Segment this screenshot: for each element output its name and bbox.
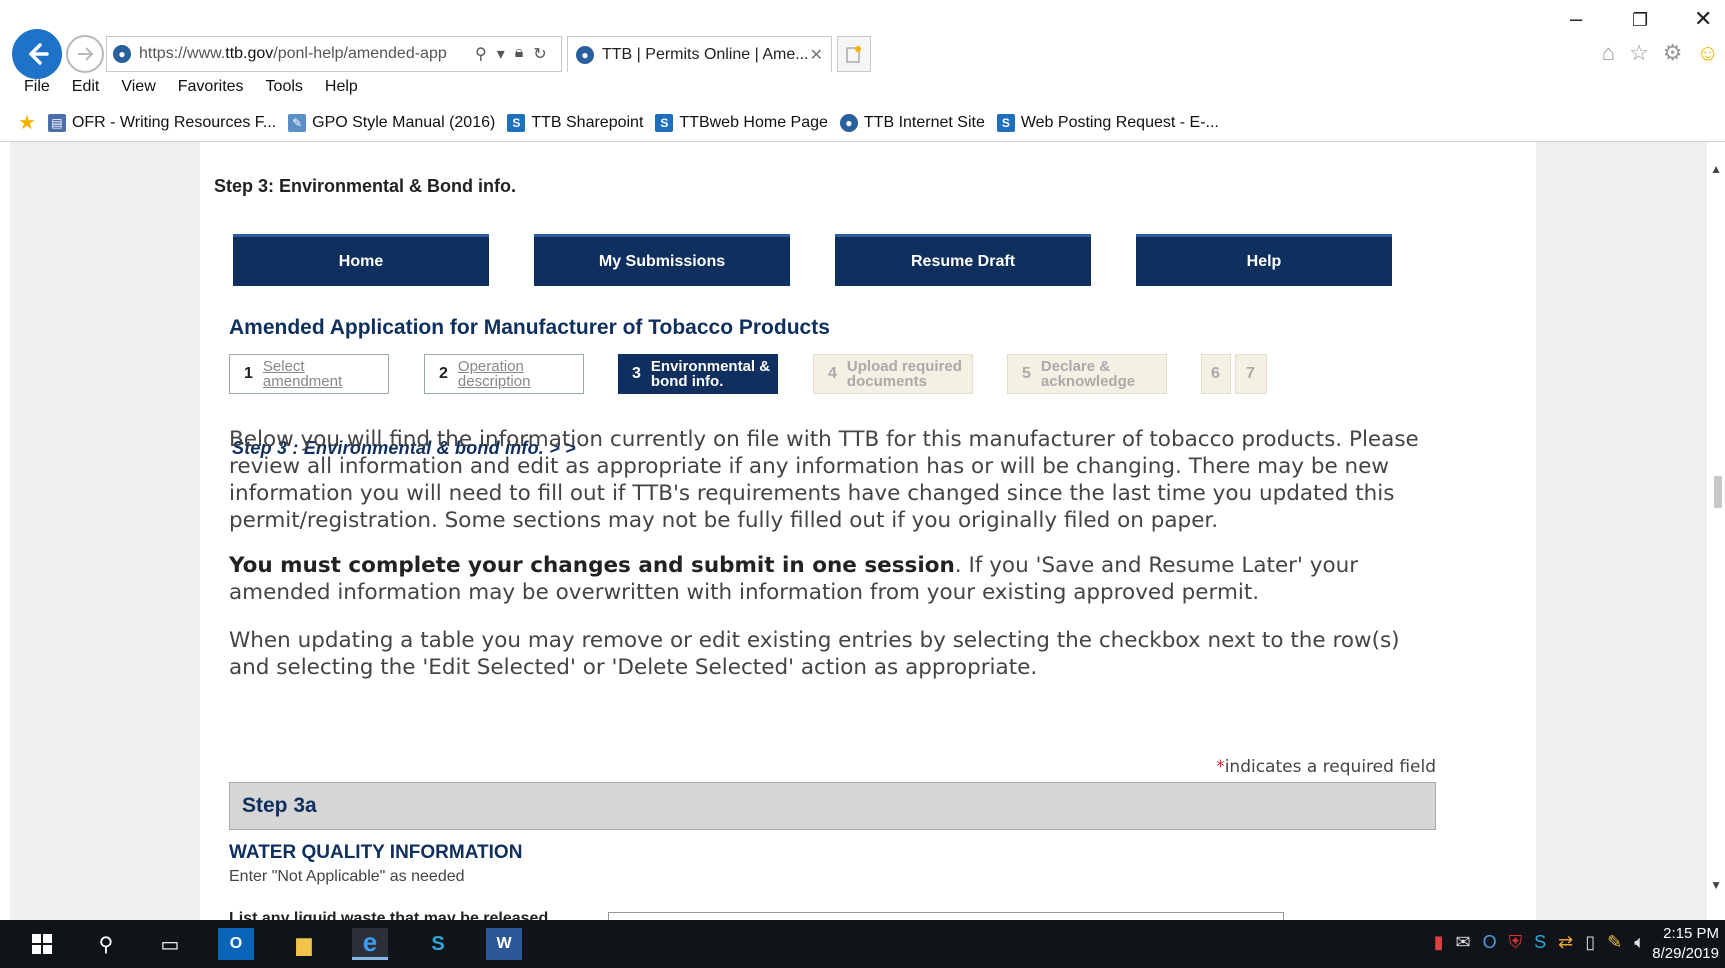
menu-view[interactable]: View [121,78,155,96]
intro-paragraph: Below you will find the information curr… [229,427,1419,533]
table-help-paragraph: When updating a table you may remove or … [229,628,1400,680]
favorite-link[interactable]: ● TTB Internet Site [839,113,985,132]
document-icon: ▤ [47,113,66,132]
page-step-header: Step 3: Environmental & Bond info. [214,176,517,196]
tab-close-icon[interactable]: ✕ [810,45,823,65]
back-button[interactable] [12,29,62,79]
liquid-waste-label: List any liquid waste that may be releas… [229,910,549,920]
minimize-button[interactable]: – [1570,6,1582,32]
scroll-up-icon[interactable]: ▲ [1710,162,1722,176]
liquid-waste-input[interactable] [608,912,1284,920]
battery-icon[interactable]: ▮ [1434,932,1444,953]
address-url[interactable]: https://www.ttb.gov/ponl-help/amended-ap… [139,45,469,63]
section-header-step-3a: Step 3a [229,782,1436,830]
search-icon[interactable]: ⚲ [475,44,487,64]
session-warning-paragraph: You must complete your changes and submi… [229,553,1359,605]
word-icon[interactable]: W [486,928,522,960]
favorites-star-icon[interactable]: ☆ [1629,40,1649,66]
menu-edit[interactable]: Edit [72,78,100,96]
water-quality-heading: WATER QUALITY INFORMATION [229,842,523,863]
browser-chrome: ● https://www.ttb.gov/ponl-help/amended-… [0,0,1725,143]
resume-draft-button[interactable]: Resume Draft [835,234,1091,286]
wizard-step-5: 5 Declare & acknowledge [1007,354,1167,394]
site-shield-icon: ● [113,45,131,63]
volume-icon[interactable]: 🔈︎ [1634,932,1645,953]
gpo-icon: ✎ [288,113,307,132]
skype-icon[interactable]: S [420,928,456,960]
tab-favicon-icon: ● [576,45,594,64]
sharepoint-icon: S [655,113,674,132]
tab-title: TTB | Permits Online | Ame... [602,45,809,63]
mail-icon[interactable]: ✉ [1455,932,1470,953]
favorite-link[interactable]: S Web Posting Request - E-... [996,113,1219,132]
favorite-link[interactable]: S TTB Sharepoint [507,113,643,132]
browser-tab[interactable]: ● TTB | Permits Online | Ame... ✕ [567,36,832,72]
security-shield-icon[interactable]: ⛨ [1509,932,1523,953]
sharepoint-icon: S [996,113,1015,132]
taskbar-clock[interactable]: 2:15 PM 8/29/2019 [1652,924,1719,964]
wizard-step-4: 4 Upload required documents [813,354,973,394]
windows-taskbar: ⚲ ▭ O ▆ e S W ▮ ✉ O ⛨ S ⇄ ▯ ✎ 🔈︎ 2:15 PM… [0,920,1725,968]
skype-tray-icon[interactable]: S [1534,932,1546,953]
close-window-button[interactable]: ✕ [1694,6,1712,32]
address-bar[interactable]: ● https://www.ttb.gov/ponl-help/amended-… [106,36,562,72]
lock-icon[interactable]: 🔒︎ [515,44,524,64]
home-icon[interactable]: ⌂ [1602,40,1615,66]
dropdown-icon[interactable]: ▾ [497,44,505,64]
favorite-link[interactable]: S TTBweb Home Page [655,113,828,132]
help-button[interactable]: Help [1136,234,1392,286]
sync-icon[interactable]: ⇄ [1558,932,1573,953]
wizard-step-7: 7 [1235,354,1267,394]
clock-date: 8/29/2019 [1652,945,1719,962]
menu-tools[interactable]: Tools [266,78,303,96]
wizard-step-3-current: 3 Environmental & bond info. [618,354,778,394]
smiley-feedback-icon[interactable]: ☺ [1697,40,1719,66]
start-windows-icon[interactable] [24,928,60,960]
menu-bar: File Edit View Favorites Tools Help [24,78,358,96]
favorite-link[interactable]: ▤ OFR - Writing Resources F... [47,113,276,132]
wizard-step-6: 6 [1201,354,1231,394]
page-scrollbar[interactable]: ▲ ▼ [1707,142,1725,920]
page-title: Amended Application for Manufacturer of … [229,316,830,339]
sharepoint-icon: S [507,113,526,132]
wizard-step-1[interactable]: 1 Select amendment [229,354,389,394]
page-viewport: Step 3: Environmental & Bond info. Home … [10,142,1725,920]
forward-button[interactable] [66,35,104,73]
required-field-note: *indicates a required field [1216,757,1436,777]
new-tab-button[interactable] [837,36,871,72]
outlook-icon[interactable]: O [218,928,254,960]
back-arrow-icon [29,43,49,65]
menu-favorites[interactable]: Favorites [178,78,244,96]
favorites-bar: ★ ▤ OFR - Writing Resources F... ✎ GPO Sty… [18,110,1219,135]
water-quality-hint: Enter "Not Applicable" as needed [229,868,465,885]
home-button[interactable]: Home [233,234,489,286]
scroll-thumb[interactable] [1714,476,1722,508]
favorite-link[interactable]: ✎ GPO Style Manual (2016) [288,113,495,132]
add-favorite-star-icon[interactable]: ★ [18,110,36,135]
notes-icon[interactable]: ✎ [1607,932,1622,953]
restore-button[interactable]: ❐ [1632,10,1648,31]
forward-arrow-icon [78,47,94,61]
usb-device-icon[interactable]: ▯ [1585,932,1595,953]
ttb-icon: ● [839,113,858,132]
system-tray: ▮ ✉ O ⛨ S ⇄ ▯ ✎ 🔈︎ [1434,932,1645,953]
refresh-icon[interactable]: ↻ [533,44,546,64]
outlook-tray-icon[interactable]: O [1483,932,1497,953]
scroll-down-icon[interactable]: ▼ [1710,878,1722,892]
new-tab-icon [846,46,861,63]
internet-explorer-icon[interactable]: e [352,927,388,960]
search-icon[interactable]: ⚲ [88,928,124,960]
wizard-step-2[interactable]: 2 Operation description [424,354,584,394]
menu-file[interactable]: File [24,78,50,96]
task-view-icon[interactable]: ▭ [152,928,188,960]
file-explorer-icon[interactable]: ▆ [286,928,322,960]
settings-gear-icon[interactable]: ⚙ [1663,40,1683,66]
my-submissions-button[interactable]: My Submissions [534,234,790,286]
clock-time: 2:15 PM [1663,925,1719,942]
menu-help[interactable]: Help [325,78,358,96]
page-content: Step 3: Environmental & Bond info. Home … [200,142,1536,920]
